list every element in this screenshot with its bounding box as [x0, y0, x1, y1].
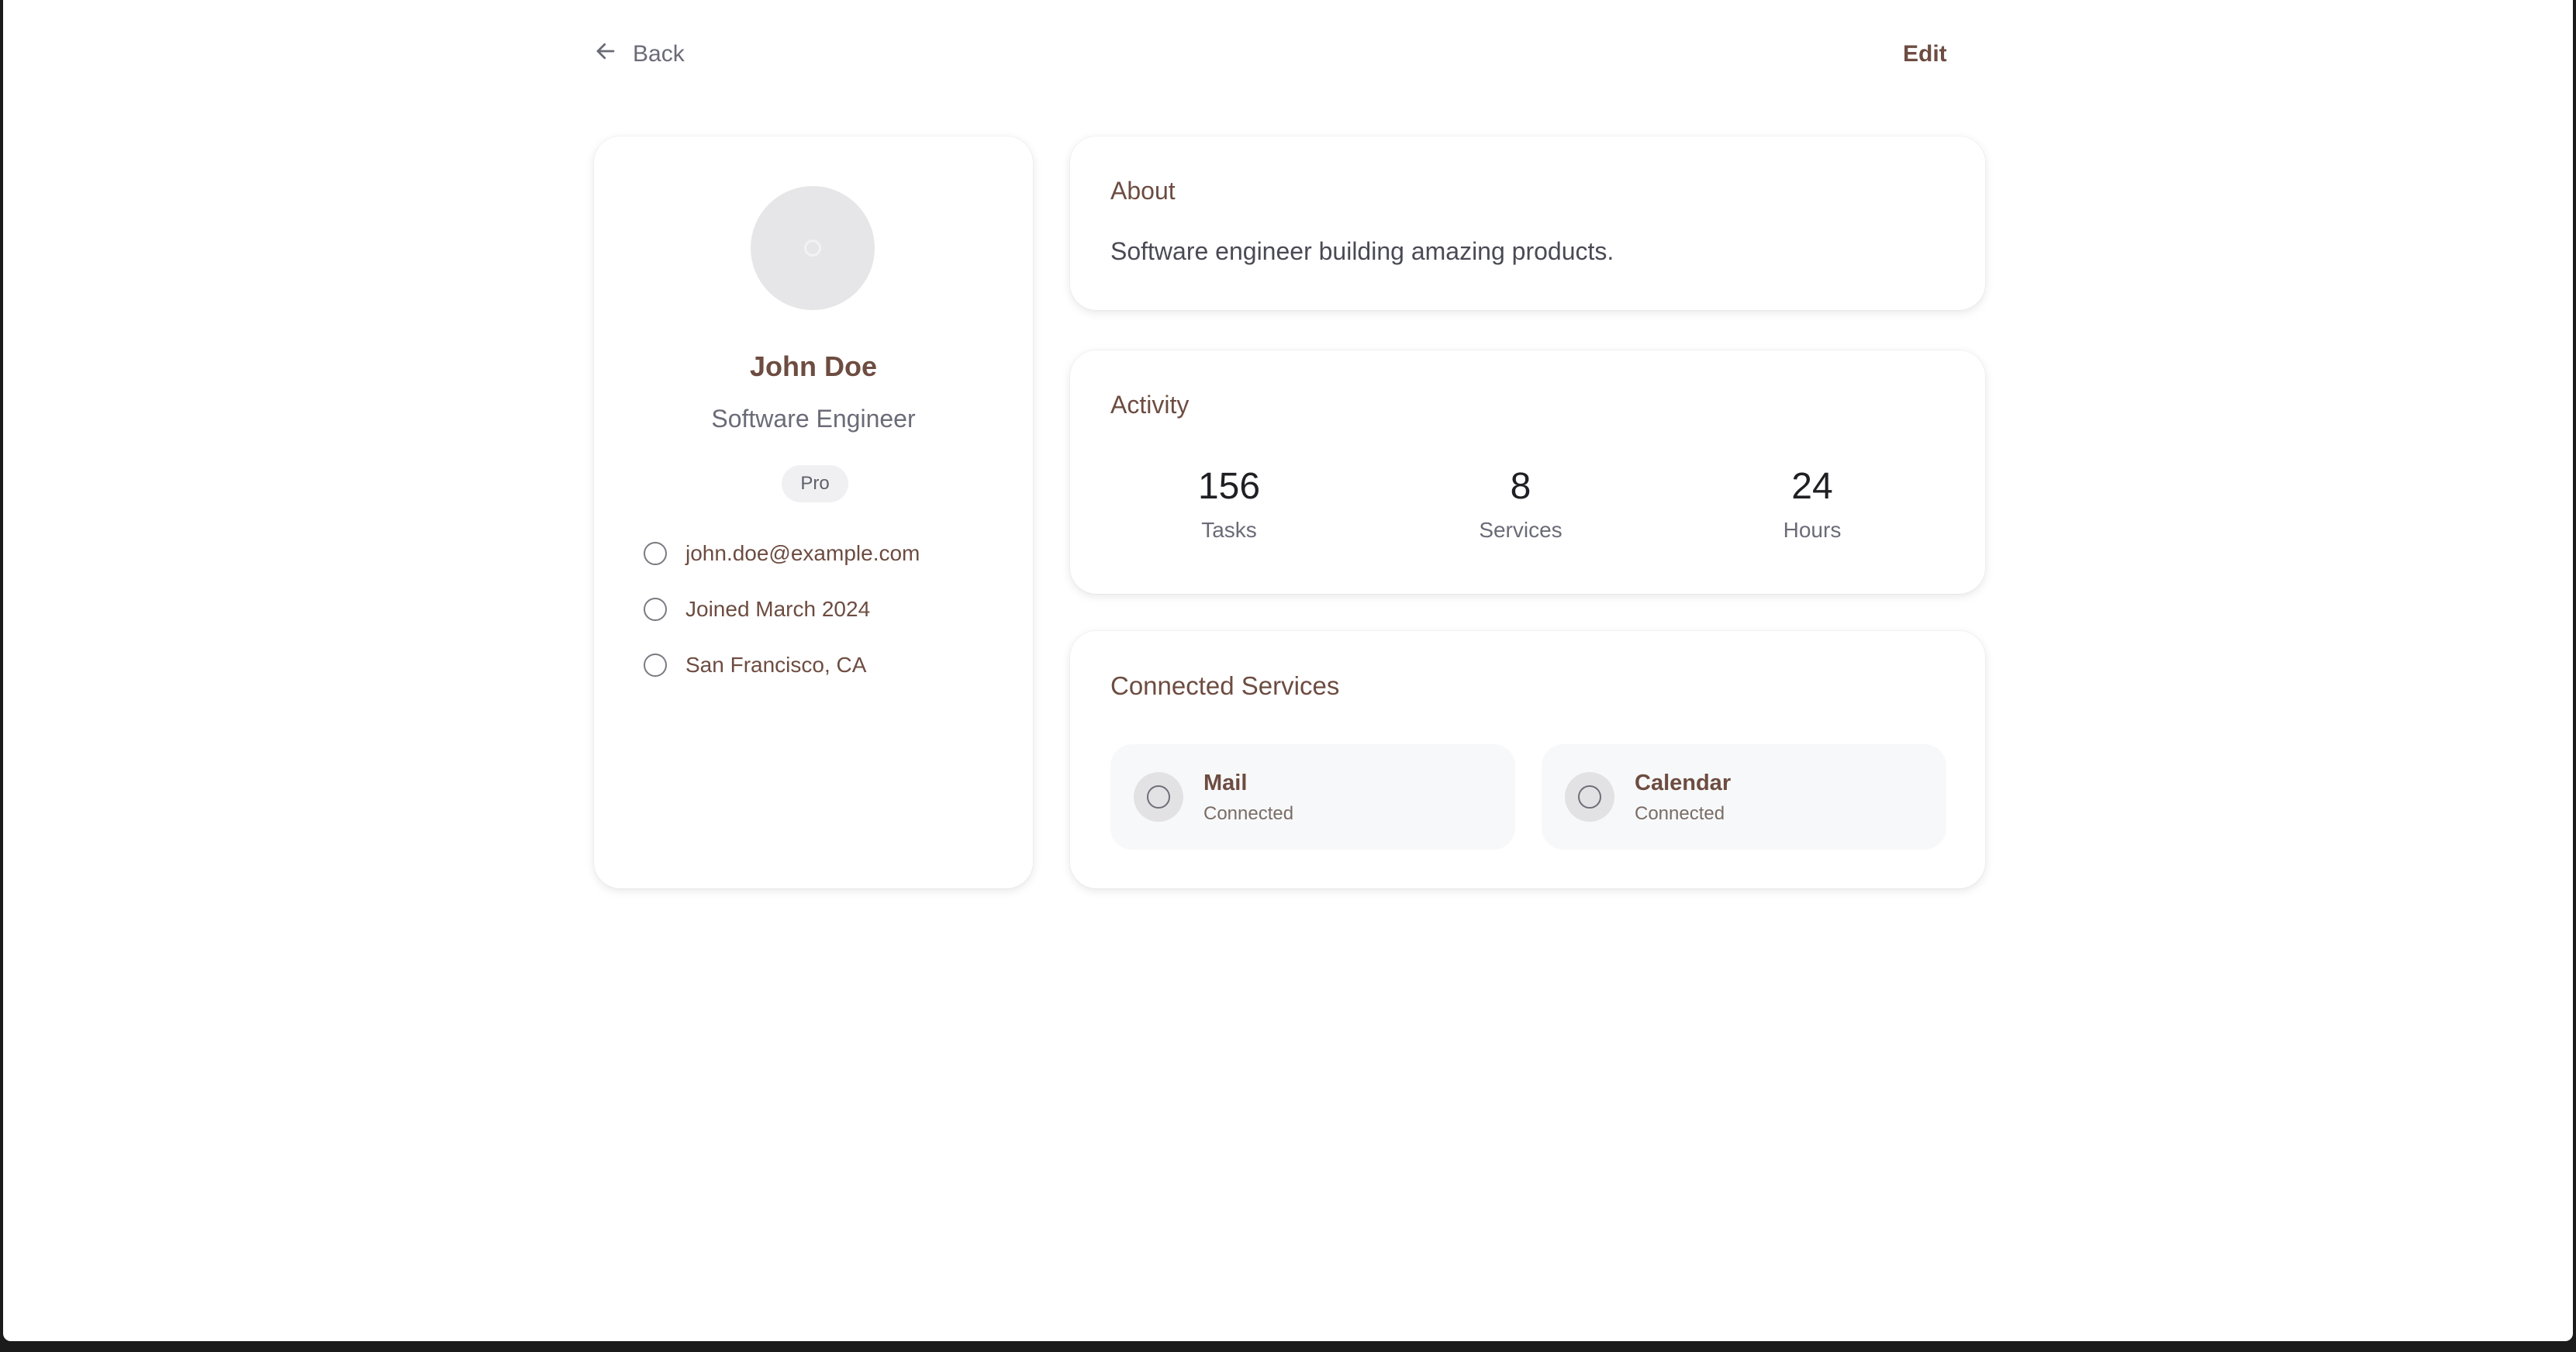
stat-label: Hours [1783, 518, 1842, 542]
location-circle-icon [644, 654, 667, 677]
back-button[interactable]: Back [594, 37, 685, 71]
stat-value: 156 [1197, 466, 1261, 507]
service-status: Connected [1635, 803, 1725, 824]
stat-value: 8 [1510, 466, 1531, 507]
service-name: Calendar [1635, 771, 1732, 795]
service-name: Mail [1203, 771, 1248, 795]
stat-label: Services [1479, 518, 1563, 542]
stat-value: 24 [1791, 466, 1833, 507]
profile-page: Back Edit John Doe Software Engineer Pro… [3, 0, 2573, 1341]
stat-hours: 24 Hours [1694, 465, 1931, 543]
profile-card: John Doe Software Engineer Pro john.doe@… [594, 136, 1033, 888]
services-title: Connected Services [1110, 671, 1340, 700]
avatar [751, 186, 875, 310]
circle-icon [1147, 785, 1170, 809]
avatar-placeholder-icon [804, 240, 821, 257]
top-bar: Back Edit [3, 0, 2573, 109]
location-row: San Francisco, CA [644, 648, 866, 682]
edit-button[interactable]: Edit [1903, 37, 1947, 71]
service-tile-calendar[interactable]: Calendar Connected [1542, 744, 1946, 850]
connected-services-card: Connected Services Mail Connected Calend… [1070, 631, 1985, 888]
plan-badge: Pro [782, 465, 848, 502]
mail-service-icon [1134, 772, 1183, 822]
stat-tasks: 156 Tasks [1110, 465, 1348, 543]
email-circle-icon [644, 542, 667, 565]
joined-row: Joined March 2024 [644, 592, 870, 626]
about-title: About [1110, 177, 1176, 205]
profile-name: John Doe [749, 350, 877, 382]
about-text: Software engineer building amazing produ… [1110, 237, 1614, 265]
service-status: Connected [1203, 803, 1294, 824]
about-card: About Software engineer building amazing… [1070, 136, 1985, 310]
joined-text: Joined March 2024 [685, 597, 871, 621]
stat-services: 8 Services [1402, 465, 1639, 543]
service-tile-mail[interactable]: Mail Connected [1110, 744, 1515, 850]
circle-icon [1578, 785, 1601, 809]
calendar-circle-icon [644, 598, 667, 621]
back-label: Back [633, 41, 685, 67]
arrow-left-icon [594, 40, 617, 69]
calendar-service-icon [1565, 772, 1614, 822]
activity-card: Activity 156 Tasks 8 Services 24 Hours [1070, 350, 1985, 594]
email-text: john.doe@example.com [685, 541, 920, 565]
location-text: San Francisco, CA [685, 653, 867, 677]
email-row: john.doe@example.com [644, 536, 920, 571]
activity-title: Activity [1110, 391, 1190, 419]
stat-label: Tasks [1201, 518, 1257, 542]
profile-role: Software Engineer [711, 405, 916, 433]
